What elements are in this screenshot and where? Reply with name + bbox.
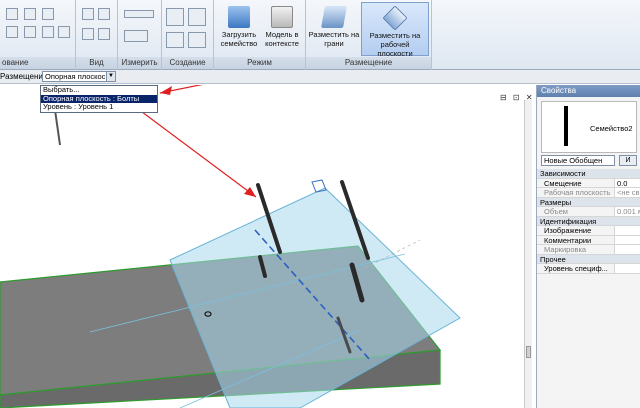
property-value[interactable]	[615, 235, 640, 244]
chevron-down-icon[interactable]: ▼	[106, 72, 115, 81]
property-label: Смещение	[537, 178, 615, 187]
load-family-button[interactable]: Загрузить семейство	[218, 2, 260, 56]
panel-mode: Загрузить семейство Модель в контексте Р…	[214, 0, 306, 70]
annotation-arrow	[129, 102, 257, 198]
place-on-face-button[interactable]: Разместить на грани	[308, 2, 360, 56]
type-preview: Семейство2	[541, 101, 637, 153]
property-value[interactable]	[615, 264, 640, 273]
placement-dropdown-list: Выбрать... Опорная плоскость : Болты Уро…	[40, 85, 158, 113]
move-icon[interactable]	[6, 26, 18, 38]
annotation-arrowhead	[160, 86, 172, 95]
lightbulb-icon[interactable]	[82, 8, 94, 20]
view-scrollbar[interactable]	[524, 100, 532, 408]
scrollbar-thumb[interactable]	[526, 346, 531, 358]
plane-handle-icon[interactable]	[311, 179, 327, 193]
property-row[interactable]: Рабочая плоскость <не св	[537, 188, 640, 198]
properties-title: Свойства	[537, 85, 640, 97]
property-group-header[interactable]: Размеры	[537, 197, 640, 207]
property-row[interactable]: Смещение 0.0	[537, 178, 640, 188]
property-group-header[interactable]: Зависимости	[537, 169, 640, 179]
panel-label-placement: Размещение	[306, 57, 431, 69]
annotation-arrowhead	[244, 187, 256, 197]
panel-label-create: Создание	[162, 57, 213, 69]
property-group-header[interactable]: Идентификация	[537, 216, 640, 226]
panel-label-view: Вид	[76, 57, 117, 69]
property-value[interactable]: <не св	[615, 188, 640, 197]
rotate-icon[interactable]	[42, 26, 54, 38]
dropdown-item-level-1[interactable]: Уровень : Уровень 1	[41, 102, 157, 112]
property-label: Рабочая плоскость	[537, 188, 615, 197]
model-group-icon[interactable]	[188, 8, 206, 26]
panel-label-modify: ование	[0, 57, 75, 69]
place-on-face-label: Разместить на грани	[308, 30, 360, 48]
family-preview-icon	[564, 106, 568, 146]
hide-icon[interactable]	[98, 8, 110, 20]
panel-measure: Измерить	[118, 0, 162, 70]
property-value[interactable]: 0.0	[615, 178, 640, 187]
delete-icon[interactable]	[58, 26, 70, 38]
family-name: Семейство2	[590, 124, 633, 133]
properties-panel: Свойства Семейство2 Новые Обобщен И Зави…	[536, 85, 640, 408]
panel-view: Вид	[76, 0, 118, 70]
dimension-icon[interactable]	[124, 30, 148, 42]
options-bar: Размещение: Опорная плоскос ▼	[0, 70, 640, 84]
property-value[interactable]	[615, 245, 640, 254]
place-on-workplane-label: Разместить на рабочей плоскости	[369, 31, 421, 58]
3d-view[interactable]	[0, 85, 530, 408]
offset-icon[interactable]	[24, 8, 36, 20]
panel-modify: ование	[0, 0, 76, 70]
place-on-face-icon	[321, 6, 347, 28]
pencil-icon[interactable]	[82, 28, 94, 40]
property-row[interactable]: Маркировка	[537, 245, 640, 255]
component-icon[interactable]	[166, 8, 184, 26]
model-canvas[interactable]	[0, 85, 530, 408]
model-in-context-button[interactable]: Модель в контексте	[260, 2, 304, 56]
property-label: Изображение	[537, 226, 615, 235]
property-row[interactable]: Объем0.001 м	[537, 207, 640, 217]
property-value[interactable]	[615, 226, 640, 235]
model-in-context-icon	[271, 6, 293, 28]
model-in-context-label: Модель в контексте	[265, 30, 299, 48]
place-on-workplane-icon	[382, 5, 408, 31]
property-label: Объем	[537, 207, 615, 216]
panel-label-measure: Измерить	[118, 57, 161, 69]
load-family-label: Загрузить семейство	[220, 30, 258, 48]
mirror-icon[interactable]	[42, 8, 54, 20]
property-value[interactable]: 0.001 м	[615, 207, 640, 216]
property-row[interactable]: Уровень специф...	[537, 264, 640, 274]
property-group-header[interactable]: Прочее	[537, 254, 640, 264]
ribbon: ование Вид Измерить Создание Загрузить с…	[0, 0, 640, 70]
measure-distance-icon[interactable]	[124, 10, 154, 18]
property-label: Уровень специф...	[537, 264, 615, 273]
annotation-arrow	[159, 85, 203, 94]
property-label: Комментарии	[537, 235, 615, 244]
place-on-workplane-button[interactable]: Разместить на рабочей плоскости	[361, 2, 429, 58]
properties-table: Зависимости Смещение 0.0 Рабочая плоскость <…	[537, 169, 640, 274]
linework-icon[interactable]	[98, 28, 110, 40]
property-label: Маркировка	[537, 245, 615, 254]
panel-create: Создание	[162, 0, 214, 70]
placement-select[interactable]: Опорная плоскос ▼	[42, 71, 116, 82]
panel-placement: Разместить на грани Разместить на рабоче…	[306, 0, 432, 70]
property-row[interactable]: Комментарии	[537, 235, 640, 245]
void-icon[interactable]	[188, 32, 206, 48]
placement-select-value: Опорная плоскос	[45, 72, 106, 81]
load-family-icon	[228, 6, 250, 28]
align-icon[interactable]	[6, 8, 18, 20]
edit-type-button[interactable]: И	[619, 155, 637, 166]
type-selector[interactable]: Новые Обобщен	[541, 155, 615, 166]
copy-icon[interactable]	[24, 26, 36, 38]
panel-label-mode: Режим	[214, 57, 305, 69]
property-row[interactable]: Изображение	[537, 226, 640, 236]
model-line-icon[interactable]	[166, 32, 184, 48]
bolt-background	[54, 109, 61, 146]
